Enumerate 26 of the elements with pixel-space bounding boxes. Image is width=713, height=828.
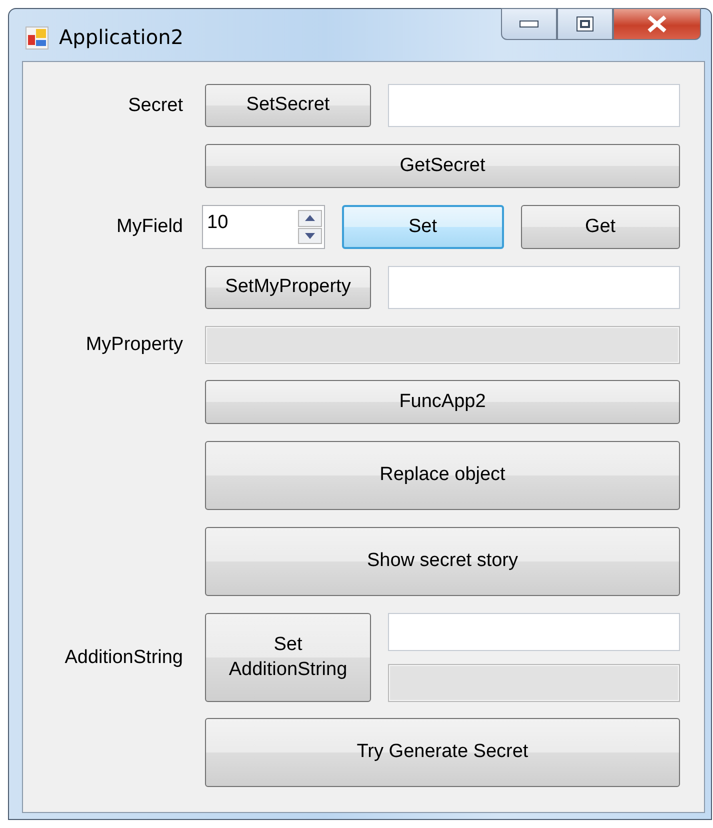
button[interactable]: Try Generate Secret bbox=[205, 718, 680, 787]
text-field[interactable] bbox=[388, 266, 680, 309]
close-button[interactable] bbox=[613, 8, 701, 40]
field-label: Secret bbox=[127, 94, 183, 116]
close-icon bbox=[646, 15, 668, 33]
button[interactable]: Set AdditionString bbox=[205, 613, 371, 702]
minimize-button[interactable] bbox=[501, 8, 557, 40]
field-label: MyField bbox=[115, 216, 183, 238]
text-field[interactable] bbox=[388, 613, 680, 651]
button[interactable]: SetSecret bbox=[205, 84, 371, 127]
minimize-icon bbox=[519, 20, 539, 28]
text-field[interactable] bbox=[388, 84, 680, 127]
maximize-button[interactable] bbox=[557, 8, 613, 40]
button[interactable]: Set bbox=[342, 205, 504, 249]
button[interactable]: SetMyProperty bbox=[205, 266, 371, 309]
button[interactable]: Replace object bbox=[205, 441, 680, 510]
button[interactable]: FuncApp2 bbox=[205, 380, 680, 424]
maximize-icon bbox=[576, 16, 594, 32]
number-spinner[interactable]: 10 bbox=[202, 205, 325, 249]
window-title: Application2 bbox=[59, 25, 184, 49]
field-label: AdditionString bbox=[64, 646, 183, 668]
button[interactable]: GetSecret bbox=[205, 144, 680, 188]
app-icon bbox=[25, 26, 49, 50]
field-label: MyProperty bbox=[84, 334, 183, 356]
button[interactable]: Get bbox=[520, 205, 680, 249]
button[interactable]: Show secret story bbox=[205, 527, 680, 596]
